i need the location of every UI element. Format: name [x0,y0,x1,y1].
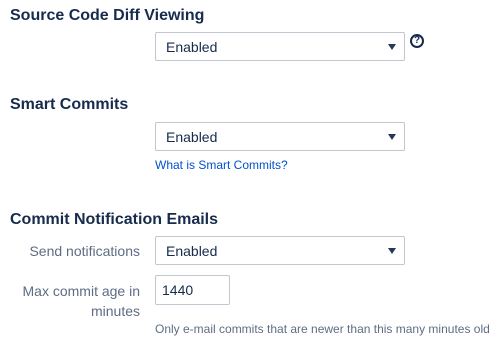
source-code-diff-heading: Source Code Diff Viewing [10,7,205,24]
smart-commits-select[interactable]: Enabled [155,122,405,151]
max-commit-age-description: Only e-mail commits that are newer than … [155,322,490,336]
send-notifications-select[interactable]: Enabled [155,236,405,265]
smart-commits-help-link[interactable]: What is Smart Commits? [155,158,288,172]
source-code-diff-select[interactable]: Enabled [155,32,405,61]
question-circle-icon[interactable]: ? [410,34,424,48]
smart-commits-heading: Smart Commits [10,96,129,113]
send-notifications-select-value: Enabled [166,242,218,259]
chevron-down-icon [388,43,396,50]
max-commit-age-label-line1: Max commit age in [22,283,140,299]
max-commit-age-label-line2: minutes [90,303,140,319]
commit-notification-heading: Commit Notification Emails [10,211,219,228]
chevron-down-icon [388,133,396,140]
source-code-diff-select-value: Enabled [166,38,218,55]
chevron-down-icon [388,247,396,254]
max-commit-age-input[interactable] [155,275,230,305]
smart-commits-select-value: Enabled [166,128,218,145]
send-notifications-label: Send notifications [29,243,140,259]
max-commit-age-label: Max commit age in minutes [23,281,140,321]
